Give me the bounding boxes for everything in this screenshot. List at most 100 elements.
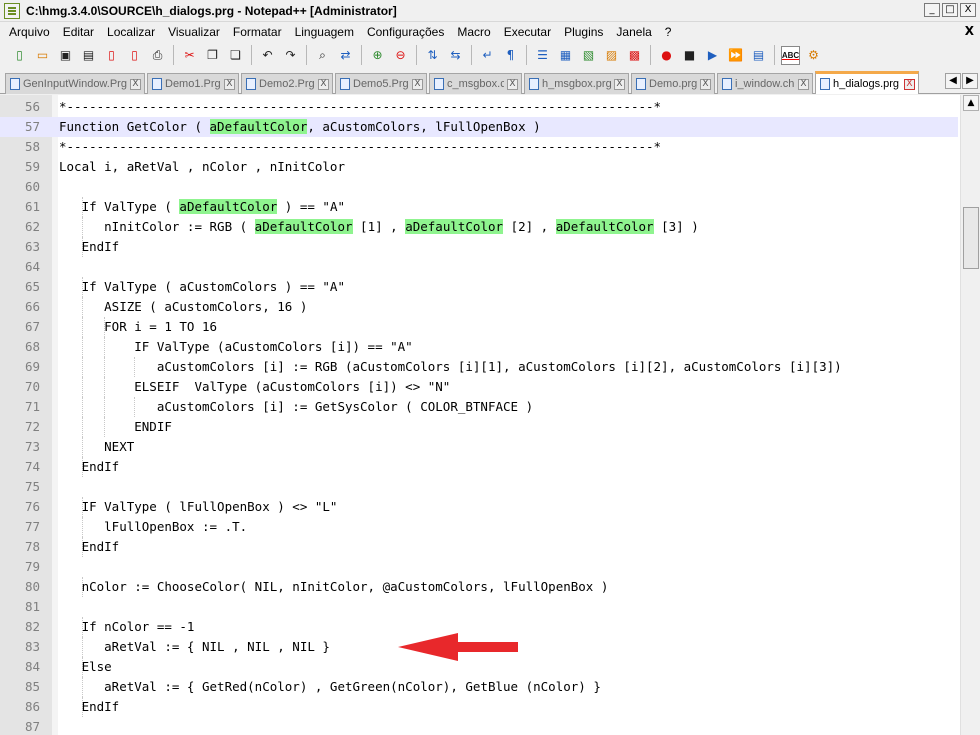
tab-scroll-left-icon[interactable]: ◀ xyxy=(945,73,961,89)
code-line[interactable]: 59 Local i, aRetVal , nColor , nInitColor xyxy=(0,157,958,177)
zoom-in-icon[interactable]: ⊕ xyxy=(368,46,387,65)
code-line[interactable]: 80 nColor := ChooseColor( NIL, nInitColo… xyxy=(0,577,958,597)
code-line[interactable]: 62 nInitColor := RGB ( aDefaultColor [1]… xyxy=(0,217,958,237)
close-tab-icon[interactable]: X xyxy=(130,78,141,90)
tab-demo2[interactable]: Demo2.Prg X xyxy=(241,73,333,94)
code-line[interactable]: 81 xyxy=(0,597,958,617)
close-icon[interactable]: ▯ xyxy=(102,46,121,65)
sync-h-icon[interactable]: ⇆ xyxy=(446,46,465,65)
close-tab-icon[interactable]: X xyxy=(507,78,518,90)
print-icon[interactable]: ⎙ xyxy=(148,46,167,65)
save-macro-icon[interactable]: ▤ xyxy=(749,46,768,65)
code-line[interactable]: 77 lFullOpenBox := .T. xyxy=(0,517,958,537)
code-line[interactable]: 72 ENDIF xyxy=(0,417,958,437)
code-line[interactable]: 87 xyxy=(0,717,958,735)
undo-icon[interactable]: ↶ xyxy=(258,46,277,65)
show-all-chars-icon[interactable]: ¶ xyxy=(501,46,520,65)
redo-icon[interactable]: ↷ xyxy=(281,46,300,65)
scrollbar-thumb[interactable] xyxy=(963,207,979,269)
close-tab-icon[interactable]: X xyxy=(318,78,329,90)
code-line[interactable]: 68 IF ValType (aCustomColors [i]) == "A" xyxy=(0,337,958,357)
replace-icon[interactable]: ⇄ xyxy=(336,46,355,65)
code-line[interactable]: 65 If ValType ( aCustomColors ) == "A" xyxy=(0,277,958,297)
code-line[interactable]: 86 EndIf xyxy=(0,697,958,717)
new-file-icon[interactable]: ▯ xyxy=(10,46,29,65)
code-line[interactable]: 58 *-------------------------------------… xyxy=(0,137,958,157)
code-line[interactable]: 60 xyxy=(0,177,958,197)
code-line[interactable]: 66 ASIZE ( aCustomColors, 16 ) xyxy=(0,297,958,317)
menu-arquivo[interactable]: Arquivo xyxy=(0,25,54,39)
menu-plugins[interactable]: Plugins xyxy=(555,25,607,39)
scroll-up-icon[interactable]: ▲ xyxy=(963,95,979,111)
menu-macro[interactable]: Macro xyxy=(448,25,494,39)
menu-visualizar[interactable]: Visualizar xyxy=(159,25,224,39)
code-line[interactable]: 67 FOR i = 1 TO 16 xyxy=(0,317,958,337)
record-macro-icon[interactable]: ● xyxy=(657,46,676,65)
code-line[interactable]: 78 EndIf xyxy=(0,537,958,557)
close-tab-icon[interactable]: X xyxy=(614,78,625,90)
tab-c-msgbox[interactable]: c_msgbox.c X xyxy=(429,73,522,94)
folder-workspace-icon[interactable]: ▨ xyxy=(602,46,621,65)
close-tab-icon[interactable]: X xyxy=(224,78,235,90)
code-line[interactable]: 75 xyxy=(0,477,958,497)
tab-demo[interactable]: Demo.prg X xyxy=(631,73,715,94)
word-wrap-icon[interactable]: ↵ xyxy=(478,46,497,65)
stop-record-icon[interactable]: ■ xyxy=(680,46,699,65)
tab-geninputwindow[interactable]: GenInputWindow.Prg X xyxy=(5,73,145,94)
menu-localizar[interactable]: Localizar xyxy=(98,25,159,39)
tab-scroll-right-icon[interactable]: ▶ xyxy=(962,73,978,89)
code-line[interactable]: 70 ELSEIF ValType (aCustomColors [i]) <>… xyxy=(0,377,958,397)
vertical-scrollbar[interactable]: ▲ xyxy=(960,95,980,735)
tab-h-msgbox[interactable]: h_msgbox.prg X xyxy=(524,73,629,94)
code-line[interactable]: 63 EndIf xyxy=(0,237,958,257)
doc-switch-icon[interactable]: ▩ xyxy=(625,46,644,65)
close-tab-icon[interactable]: X xyxy=(412,78,423,90)
doc-map-icon[interactable]: ▦ xyxy=(556,46,575,65)
code-line[interactable]: 76 IF ValType ( lFullOpenBox ) <> "L" xyxy=(0,497,958,517)
indent-guide-icon[interactable]: ☰ xyxy=(533,46,552,65)
menu-executar[interactable]: Executar xyxy=(495,25,555,39)
code-line[interactable]: 85 aRetVal := { GetRed(nColor) , GetGree… xyxy=(0,677,958,697)
code-line[interactable]: 69 aCustomColors [i] := RGB (aCustomColo… xyxy=(0,357,958,377)
code-line[interactable]: 61 If ValType ( aDefaultColor ) == "A" xyxy=(0,197,958,217)
spell-check-icon[interactable]: ABC xyxy=(781,45,800,65)
save-icon[interactable]: ▣ xyxy=(56,46,75,65)
tab-demo5[interactable]: Demo5.Prg X xyxy=(335,73,427,94)
menu-configuracoes[interactable]: Configurações xyxy=(358,25,448,39)
function-list-icon[interactable]: ▧ xyxy=(579,46,598,65)
close-all-icon[interactable]: ▯ xyxy=(125,46,144,65)
run-macro-multiple-icon[interactable]: ⏩ xyxy=(726,46,745,65)
code-line[interactable]: 57 Function GetColor ( aDefaultColor, aCu… xyxy=(0,117,958,137)
menu-help[interactable]: ? xyxy=(656,25,676,39)
play-macro-icon[interactable]: ▶ xyxy=(703,46,722,65)
plugin-icon[interactable]: ⚙ xyxy=(804,46,823,65)
code-line[interactable]: 64 xyxy=(0,257,958,277)
find-icon[interactable]: ⌕ xyxy=(313,46,332,65)
menu-editar[interactable]: Editar xyxy=(54,25,98,39)
save-all-icon[interactable]: ▤ xyxy=(79,46,98,65)
menu-formatar[interactable]: Formatar xyxy=(224,25,286,39)
tab-demo1[interactable]: Demo1.Prg X xyxy=(147,73,239,94)
code-line[interactable]: 79 xyxy=(0,557,958,577)
tab-h-dialogs[interactable]: h_dialogs.prg X xyxy=(815,71,919,94)
maximize-button[interactable]: □ xyxy=(942,3,958,17)
notepad-plus-plus-app-icon[interactable] xyxy=(4,2,20,19)
menu-linguagem[interactable]: Linguagem xyxy=(286,25,358,39)
close-tab-icon[interactable]: X xyxy=(798,78,809,90)
code-line[interactable]: 71 aCustomColors [i] := GetSysColor ( CO… xyxy=(0,397,958,417)
close-tab-icon[interactable]: X xyxy=(904,78,915,90)
menu-janela[interactable]: Janela xyxy=(607,25,655,39)
paste-icon[interactable]: ❏ xyxy=(226,46,245,65)
cut-icon[interactable]: ✂ xyxy=(180,46,199,65)
close-document-button[interactable]: X xyxy=(965,24,974,38)
close-tab-icon[interactable]: X xyxy=(700,78,711,90)
code-line[interactable]: 73 NEXT xyxy=(0,437,958,457)
open-file-icon[interactable]: ▭ xyxy=(33,46,52,65)
tab-i-window[interactable]: i_window.ch X xyxy=(717,73,813,94)
minimize-button[interactable]: _ xyxy=(924,3,940,17)
sync-v-icon[interactable]: ⇅ xyxy=(423,46,442,65)
code-line[interactable]: 74 EndIf xyxy=(0,457,958,477)
code-line[interactable]: 56 *-------------------------------------… xyxy=(0,97,958,117)
close-window-button[interactable]: X xyxy=(960,3,976,17)
copy-icon[interactable]: ❐ xyxy=(203,46,222,65)
